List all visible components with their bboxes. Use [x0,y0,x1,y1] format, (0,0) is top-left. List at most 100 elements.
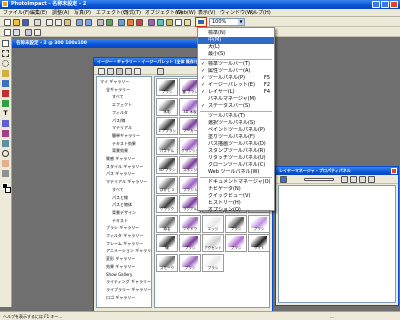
new-file-icon[interactable] [4,19,11,26]
gallery-thumbnail[interactable]: ブラシ [225,214,247,233]
menu-item[interactable]: パス描画ツールパネル(D) [198,141,274,148]
gallery-thumbnail[interactable]: クラック [156,195,178,213]
gallery-thumbnail[interactable]: 線 [156,234,178,252]
layer-delete-icon[interactable] [368,176,375,183]
menu-item[interactable]: クイックビュー(V) [198,193,274,200]
tree-item[interactable]: テキスト効果 [97,141,136,146]
layer-mode-icon[interactable] [350,176,357,183]
menu-item[interactable]: ✓ 標準ツールバー(T) [198,61,274,68]
web-icon[interactable] [118,19,125,26]
menu-item[interactable]: 標準(N) [198,30,274,37]
tree-item[interactable]: 簡単ギャラリー [97,133,140,138]
text-tool-icon[interactable]: T [2,110,9,117]
tree-item[interactable]: スタイル ギャラリー [97,164,143,169]
menu-item[interactable]: パネルマネージャ(M) [198,96,274,103]
menu-edit[interactable]: 編集(E) [30,10,47,16]
crop-icon[interactable] [97,19,104,26]
paste-icon[interactable] [64,19,71,26]
tools-icon[interactable] [166,19,173,26]
tree-item[interactable]: ロゴ ギャラリー [97,295,135,300]
menu-adjust[interactable]: 調整(A) [52,10,69,16]
tree-item[interactable]: マテリアル [97,125,132,130]
menu-photo[interactable]: 写真(P) [74,10,91,16]
gallery-icon[interactable] [148,19,155,26]
menu-item[interactable]: ツールパネル(T) [198,113,274,120]
tree-item[interactable]: テキスト [97,218,128,223]
menu-format[interactable]: 形式(T) [124,10,141,16]
gallery-thumbnail[interactable]: エアブラシ [156,117,178,135]
menu-web[interactable]: Web(W) [176,10,196,16]
close-button[interactable] [390,1,398,8]
menu-item[interactable]: Web ツールパネル(W) [198,169,274,176]
tree-item[interactable]: 背景デザイン [97,210,136,215]
menu-item[interactable]: オプション(O) [198,207,274,214]
menu-item[interactable]: 中(M) [198,37,274,44]
menu-item[interactable]: クローンツールパネル(C) [198,162,274,169]
menu-item[interactable]: ナビゲータ(N) [198,186,274,193]
gallery-thumbnail[interactable]: ブラシ [248,214,269,233]
menu-help[interactable]: ヘルプ(H) [248,10,271,16]
mode-icon[interactable] [25,29,32,36]
gallery-thumbnail[interactable]: 水彩 [156,97,178,116]
ruler-icon[interactable] [184,19,191,26]
background-color-swatch[interactable] [5,187,11,193]
menu-view[interactable]: 表示(V) [198,10,215,16]
tree-item[interactable]: フィルタ ギャラリー [97,233,143,238]
gallery-thumbnail[interactable]: ブラシ [156,78,178,96]
paint-tool-icon[interactable] [2,90,9,97]
save-icon[interactable] [22,19,29,26]
gallery-thumbnail[interactable]: シャドウ [179,214,201,233]
layer-new-icon[interactable] [280,176,287,183]
menu-item[interactable]: 塗りツールパネル(F) [198,134,274,141]
layer-slider-track[interactable] [304,178,334,181]
cut-icon[interactable] [46,19,53,26]
gallery-thumbnail[interactable]: アクセント [202,234,224,252]
magic-wand-icon[interactable] [2,70,9,77]
zoom-select[interactable]: 100% ▼ [209,18,245,26]
menu-item[interactable]: ✓ イージーパレット(E) F2 [198,82,274,89]
path-tool-icon[interactable] [2,120,9,127]
layer-close-button[interactable] [391,168,397,174]
tree-item[interactable]: フレーム ギャラリー [97,241,143,246]
tree-item[interactable]: ライブラリー ギャラリー [97,287,151,292]
gallery-thumbnail[interactable]: ほかし 2 [156,175,178,194]
tree-item[interactable]: アニメーション ギャラリー [97,248,151,253]
lasso-tool-icon[interactable] [2,60,9,67]
tree-item[interactable]: ライティング ギャラリー [97,279,151,284]
menu-item[interactable]: スタンプツールパネル(R) [198,148,274,155]
gallery-thumbnail[interactable]: エッジ [202,214,224,233]
grid-icon[interactable] [175,19,182,26]
pick-tool-icon[interactable] [4,29,11,36]
tree-item[interactable]: 質感 ギャラリー [97,156,135,161]
tree-item[interactable]: マイ ギャラリー [97,79,129,84]
minimize-button[interactable] [372,1,380,8]
gallery-apply-icon[interactable] [157,68,164,75]
tree-item[interactable]: パスと線 [97,195,128,200]
gallery-thumbnail[interactable]: ブラシ [179,253,201,272]
menu-file[interactable]: ファイル(F) [3,10,30,16]
brush-tool-icon[interactable] [2,80,9,87]
tree-item[interactable]: 変形 ギャラリー [97,256,135,261]
rotate-icon[interactable] [106,19,113,26]
menu-item[interactable]: 選択ツールパネル(S) [198,120,274,127]
undo-icon[interactable] [76,19,83,26]
tree-item[interactable]: パス/線 [97,118,125,123]
toolbar-size-button[interactable] [195,17,207,27]
gallery-add-icon[interactable] [116,68,123,75]
option-icon[interactable] [34,29,41,36]
tree-item[interactable]: マテリアル ギャラリー [97,179,147,184]
menu-item[interactable]: 大(L) [198,44,274,51]
retouch-tool-icon[interactable] [2,140,9,147]
gallery-delete-icon[interactable] [125,68,132,75]
menu-item[interactable]: リタッチツールパネル(U) [198,155,274,162]
tree-item[interactable]: 背景効果 [97,148,128,153]
arrow-icon[interactable] [13,29,20,36]
tree-item[interactable]: すべて [97,94,124,99]
tree-item[interactable]: ブラシ ギャラリー [97,225,139,230]
tree-item[interactable]: パスと物体 [97,202,132,207]
tree-item[interactable]: 効果 ギャラリー [97,264,135,269]
tree-item[interactable]: フィルタ [97,110,128,115]
gallery-thumbnail[interactable]: パステル [156,136,178,155]
copy-icon[interactable] [55,19,62,26]
gallery-back-icon[interactable] [98,68,105,75]
